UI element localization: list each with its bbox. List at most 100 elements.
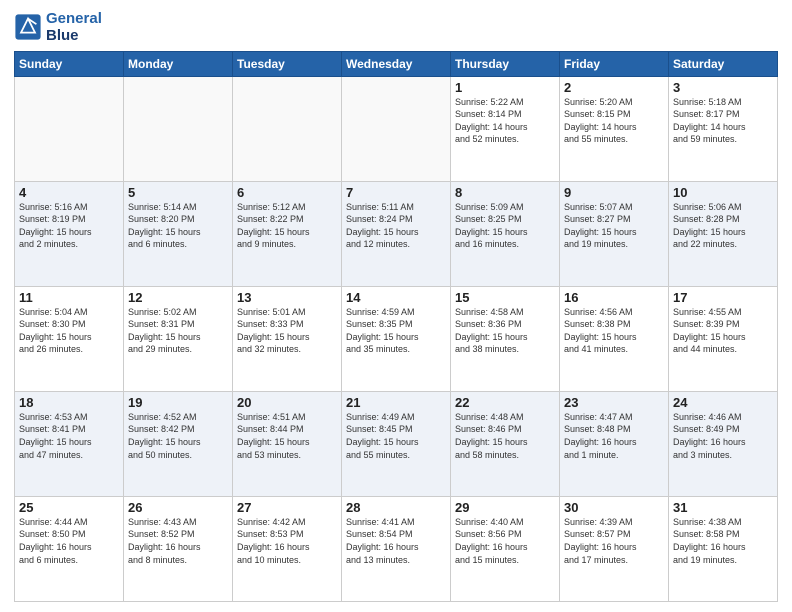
day-info: Sunrise: 4:49 AM Sunset: 8:45 PM Dayligh…: [346, 411, 446, 461]
calendar-cell: 7Sunrise: 5:11 AM Sunset: 8:24 PM Daylig…: [342, 181, 451, 286]
calendar-cell: [15, 76, 124, 181]
calendar-cell: 14Sunrise: 4:59 AM Sunset: 8:35 PM Dayli…: [342, 286, 451, 391]
calendar-cell: 16Sunrise: 4:56 AM Sunset: 8:38 PM Dayli…: [560, 286, 669, 391]
col-header-tuesday: Tuesday: [233, 51, 342, 76]
calendar-cell: 25Sunrise: 4:44 AM Sunset: 8:50 PM Dayli…: [15, 496, 124, 601]
day-info: Sunrise: 5:12 AM Sunset: 8:22 PM Dayligh…: [237, 201, 337, 251]
day-number: 7: [346, 185, 446, 200]
day-number: 4: [19, 185, 119, 200]
day-number: 22: [455, 395, 555, 410]
day-info: Sunrise: 4:55 AM Sunset: 8:39 PM Dayligh…: [673, 306, 773, 356]
calendar-cell: 15Sunrise: 4:58 AM Sunset: 8:36 PM Dayli…: [451, 286, 560, 391]
logo-blue: Blue: [46, 27, 102, 44]
calendar-cell: 4Sunrise: 5:16 AM Sunset: 8:19 PM Daylig…: [15, 181, 124, 286]
logo-icon: [14, 13, 42, 41]
day-number: 29: [455, 500, 555, 515]
calendar-cell: 2Sunrise: 5:20 AM Sunset: 8:15 PM Daylig…: [560, 76, 669, 181]
day-info: Sunrise: 4:48 AM Sunset: 8:46 PM Dayligh…: [455, 411, 555, 461]
day-info: Sunrise: 5:06 AM Sunset: 8:28 PM Dayligh…: [673, 201, 773, 251]
calendar-cell: 13Sunrise: 5:01 AM Sunset: 8:33 PM Dayli…: [233, 286, 342, 391]
calendar-cell: 20Sunrise: 4:51 AM Sunset: 8:44 PM Dayli…: [233, 391, 342, 496]
calendar-cell: 11Sunrise: 5:04 AM Sunset: 8:30 PM Dayli…: [15, 286, 124, 391]
day-number: 13: [237, 290, 337, 305]
calendar-cell: 31Sunrise: 4:38 AM Sunset: 8:58 PM Dayli…: [669, 496, 778, 601]
col-header-monday: Monday: [124, 51, 233, 76]
day-info: Sunrise: 4:38 AM Sunset: 8:58 PM Dayligh…: [673, 516, 773, 566]
col-header-saturday: Saturday: [669, 51, 778, 76]
day-number: 11: [19, 290, 119, 305]
day-number: 21: [346, 395, 446, 410]
logo: General Blue: [14, 10, 102, 45]
day-info: Sunrise: 4:44 AM Sunset: 8:50 PM Dayligh…: [19, 516, 119, 566]
day-number: 1: [455, 80, 555, 95]
calendar-week-row: 18Sunrise: 4:53 AM Sunset: 8:41 PM Dayli…: [15, 391, 778, 496]
day-info: Sunrise: 5:01 AM Sunset: 8:33 PM Dayligh…: [237, 306, 337, 356]
day-info: Sunrise: 5:18 AM Sunset: 8:17 PM Dayligh…: [673, 96, 773, 146]
calendar-cell: 28Sunrise: 4:41 AM Sunset: 8:54 PM Dayli…: [342, 496, 451, 601]
calendar-week-row: 1Sunrise: 5:22 AM Sunset: 8:14 PM Daylig…: [15, 76, 778, 181]
day-number: 9: [564, 185, 664, 200]
calendar-cell: 6Sunrise: 5:12 AM Sunset: 8:22 PM Daylig…: [233, 181, 342, 286]
col-header-wednesday: Wednesday: [342, 51, 451, 76]
calendar-cell: 5Sunrise: 5:14 AM Sunset: 8:20 PM Daylig…: [124, 181, 233, 286]
col-header-thursday: Thursday: [451, 51, 560, 76]
day-number: 3: [673, 80, 773, 95]
day-info: Sunrise: 5:07 AM Sunset: 8:27 PM Dayligh…: [564, 201, 664, 251]
day-info: Sunrise: 5:20 AM Sunset: 8:15 PM Dayligh…: [564, 96, 664, 146]
day-number: 25: [19, 500, 119, 515]
day-number: 18: [19, 395, 119, 410]
calendar-cell: 30Sunrise: 4:39 AM Sunset: 8:57 PM Dayli…: [560, 496, 669, 601]
calendar-week-row: 25Sunrise: 4:44 AM Sunset: 8:50 PM Dayli…: [15, 496, 778, 601]
calendar-cell: [233, 76, 342, 181]
day-number: 16: [564, 290, 664, 305]
day-number: 31: [673, 500, 773, 515]
calendar-cell: [342, 76, 451, 181]
day-info: Sunrise: 4:51 AM Sunset: 8:44 PM Dayligh…: [237, 411, 337, 461]
day-number: 17: [673, 290, 773, 305]
calendar-cell: 19Sunrise: 4:52 AM Sunset: 8:42 PM Dayli…: [124, 391, 233, 496]
calendar-cell: 23Sunrise: 4:47 AM Sunset: 8:48 PM Dayli…: [560, 391, 669, 496]
day-number: 26: [128, 500, 228, 515]
calendar-cell: 29Sunrise: 4:40 AM Sunset: 8:56 PM Dayli…: [451, 496, 560, 601]
day-number: 28: [346, 500, 446, 515]
calendar-cell: [124, 76, 233, 181]
day-number: 27: [237, 500, 337, 515]
day-number: 2: [564, 80, 664, 95]
day-number: 23: [564, 395, 664, 410]
col-header-sunday: Sunday: [15, 51, 124, 76]
day-number: 10: [673, 185, 773, 200]
day-info: Sunrise: 5:16 AM Sunset: 8:19 PM Dayligh…: [19, 201, 119, 251]
calendar-cell: 1Sunrise: 5:22 AM Sunset: 8:14 PM Daylig…: [451, 76, 560, 181]
calendar-header-row: SundayMondayTuesdayWednesdayThursdayFrid…: [15, 51, 778, 76]
calendar-cell: 3Sunrise: 5:18 AM Sunset: 8:17 PM Daylig…: [669, 76, 778, 181]
calendar-cell: 17Sunrise: 4:55 AM Sunset: 8:39 PM Dayli…: [669, 286, 778, 391]
calendar-week-row: 11Sunrise: 5:04 AM Sunset: 8:30 PM Dayli…: [15, 286, 778, 391]
col-header-friday: Friday: [560, 51, 669, 76]
day-number: 8: [455, 185, 555, 200]
day-info: Sunrise: 4:42 AM Sunset: 8:53 PM Dayligh…: [237, 516, 337, 566]
calendar-cell: 12Sunrise: 5:02 AM Sunset: 8:31 PM Dayli…: [124, 286, 233, 391]
day-info: Sunrise: 4:41 AM Sunset: 8:54 PM Dayligh…: [346, 516, 446, 566]
calendar-cell: 8Sunrise: 5:09 AM Sunset: 8:25 PM Daylig…: [451, 181, 560, 286]
calendar-table: SundayMondayTuesdayWednesdayThursdayFrid…: [14, 51, 778, 603]
calendar-cell: 18Sunrise: 4:53 AM Sunset: 8:41 PM Dayli…: [15, 391, 124, 496]
day-info: Sunrise: 4:39 AM Sunset: 8:57 PM Dayligh…: [564, 516, 664, 566]
day-info: Sunrise: 4:59 AM Sunset: 8:35 PM Dayligh…: [346, 306, 446, 356]
day-info: Sunrise: 4:40 AM Sunset: 8:56 PM Dayligh…: [455, 516, 555, 566]
day-info: Sunrise: 5:14 AM Sunset: 8:20 PM Dayligh…: [128, 201, 228, 251]
calendar-cell: 9Sunrise: 5:07 AM Sunset: 8:27 PM Daylig…: [560, 181, 669, 286]
day-info: Sunrise: 5:02 AM Sunset: 8:31 PM Dayligh…: [128, 306, 228, 356]
day-info: Sunrise: 4:56 AM Sunset: 8:38 PM Dayligh…: [564, 306, 664, 356]
calendar-cell: 24Sunrise: 4:46 AM Sunset: 8:49 PM Dayli…: [669, 391, 778, 496]
day-info: Sunrise: 5:04 AM Sunset: 8:30 PM Dayligh…: [19, 306, 119, 356]
day-info: Sunrise: 4:43 AM Sunset: 8:52 PM Dayligh…: [128, 516, 228, 566]
day-number: 5: [128, 185, 228, 200]
day-number: 24: [673, 395, 773, 410]
day-info: Sunrise: 4:53 AM Sunset: 8:41 PM Dayligh…: [19, 411, 119, 461]
page: General Blue SundayMondayTuesdayWednesda…: [0, 0, 792, 612]
calendar-cell: 26Sunrise: 4:43 AM Sunset: 8:52 PM Dayli…: [124, 496, 233, 601]
calendar-week-row: 4Sunrise: 5:16 AM Sunset: 8:19 PM Daylig…: [15, 181, 778, 286]
day-number: 20: [237, 395, 337, 410]
calendar-cell: 27Sunrise: 4:42 AM Sunset: 8:53 PM Dayli…: [233, 496, 342, 601]
day-info: Sunrise: 5:11 AM Sunset: 8:24 PM Dayligh…: [346, 201, 446, 251]
